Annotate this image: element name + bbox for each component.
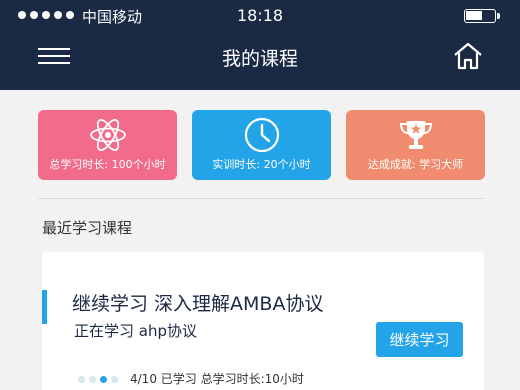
- stat-label: 达成成就: 学习大师: [367, 158, 464, 171]
- carousel-dot[interactable]: [111, 376, 118, 383]
- stats-row: 总学习时长: 100个小时 实训时长: 20个小时 达成成就: 学习大师: [38, 110, 485, 180]
- trophy-icon: [346, 116, 485, 154]
- stat-card-achievement[interactable]: 达成成就: 学习大师: [346, 110, 485, 180]
- course-title: 继续学习 深入理解AMBA协议: [72, 293, 324, 315]
- divider: [38, 198, 484, 199]
- carousel-dot-active[interactable]: [100, 376, 107, 383]
- course-card[interactable]: 继续学习 深入理解AMBA协议 正在学习 ahp协议 继续学习 4/10 已学习…: [42, 252, 484, 390]
- page-title: 我的课程: [221, 48, 298, 70]
- status-time: 18:18: [236, 6, 284, 25]
- status-bar: 中国移动 18:18: [0, 0, 520, 30]
- stat-label: 总学习时长: 100个小时: [49, 158, 166, 171]
- battery-icon: [464, 9, 500, 23]
- carousel-dot[interactable]: [89, 376, 96, 383]
- progress-text: 4/10 已学习 总学习时长:10小时: [130, 372, 304, 386]
- section-title: 最近学习课程: [42, 219, 133, 237]
- accent-bar: [42, 290, 47, 324]
- carousel-indicator[interactable]: [78, 376, 118, 383]
- course-subtitle: 正在学习 ahp协议: [74, 322, 197, 340]
- carousel-dot[interactable]: [78, 376, 85, 383]
- stat-card-total-time[interactable]: 总学习时长: 100个小时: [38, 110, 177, 180]
- app-header: 中国移动 18:18 我的课程: [0, 0, 520, 90]
- home-icon[interactable]: [452, 40, 484, 72]
- clock-icon: [192, 116, 331, 154]
- stat-label: 实训时长: 20个小时: [212, 158, 311, 171]
- atom-icon: [38, 116, 177, 154]
- continue-learning-button[interactable]: 继续学习: [376, 322, 463, 357]
- stat-card-practice-time[interactable]: 实训时长: 20个小时: [192, 110, 331, 180]
